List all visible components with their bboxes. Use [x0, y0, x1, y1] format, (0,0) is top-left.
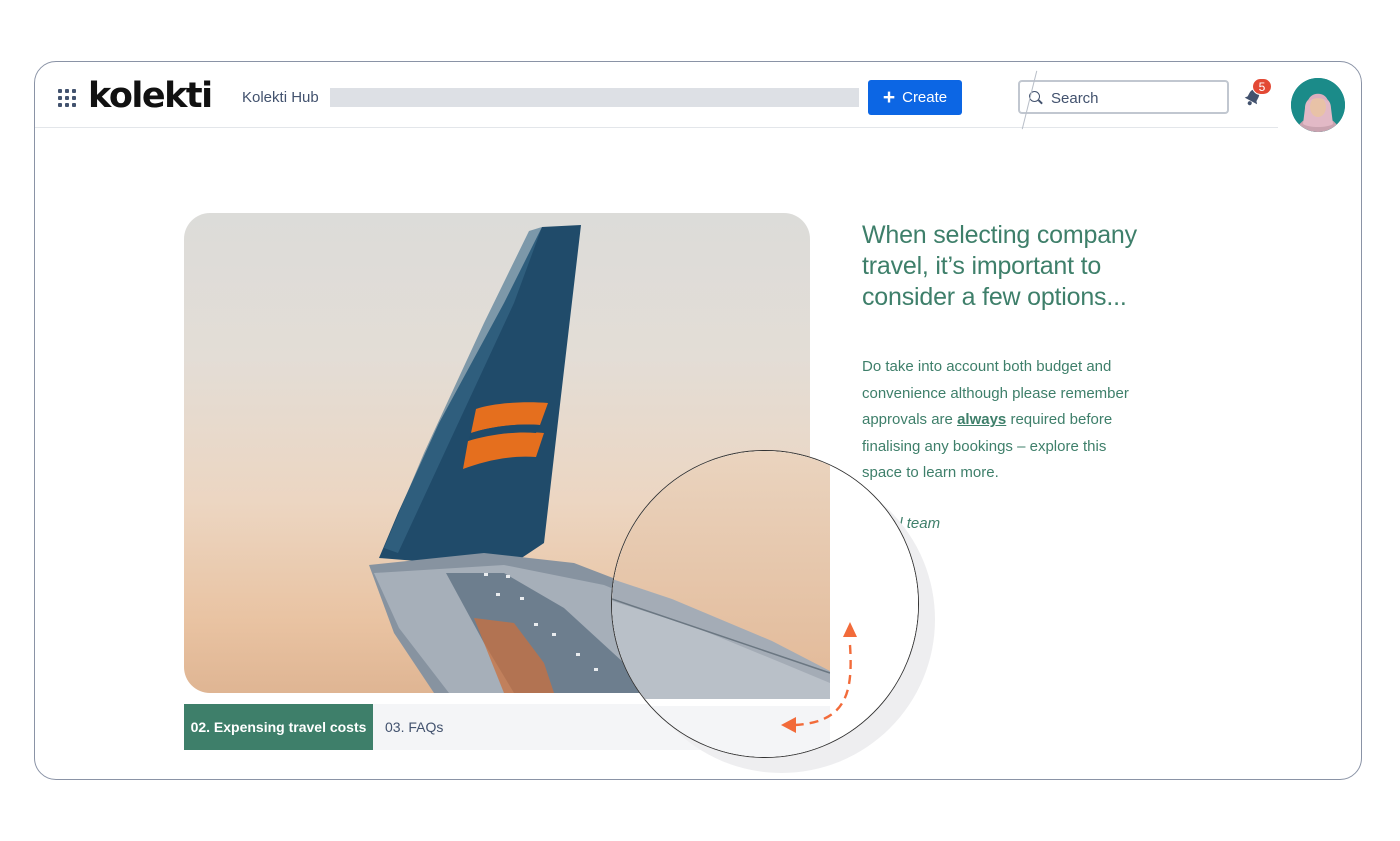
magnifier-callout [611, 450, 919, 758]
tab-expensing-travel-costs[interactable]: 02. Expensing travel costs [184, 704, 373, 750]
always-link[interactable]: always [957, 411, 1006, 428]
create-button-label: Create [902, 89, 948, 106]
avatar[interactable] [1291, 78, 1345, 132]
plus-icon: + [882, 85, 896, 109]
tab-faqs[interactable]: 03. FAQs [385, 704, 443, 750]
nav-placeholder-bar [330, 88, 859, 107]
hero-heading: When selecting company travel, it’s impo… [862, 221, 1137, 311]
search-input[interactable] [1051, 86, 1221, 110]
search-box[interactable] [1018, 80, 1229, 114]
create-button[interactable]: + Create [868, 80, 962, 115]
app-switcher-icon[interactable] [58, 89, 76, 107]
notification-badge: 5 [1252, 78, 1272, 95]
top-navigation-bar: kolekti Kolekti Hub + Create 5 [35, 62, 1278, 130]
hub-link[interactable]: Kolekti Hub [242, 89, 319, 106]
app-window: kolekti Kolekti Hub + Create 5 [34, 61, 1362, 780]
kolekti-logo[interactable]: kolekti [88, 76, 213, 116]
